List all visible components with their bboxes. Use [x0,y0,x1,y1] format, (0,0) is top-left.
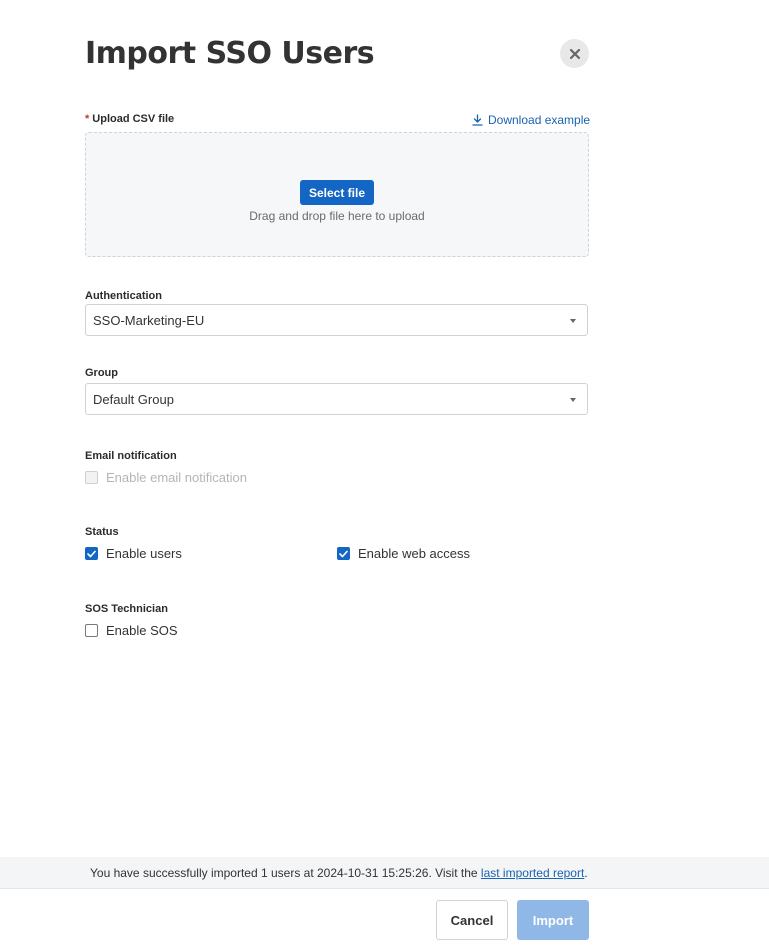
group-label: Group [85,367,118,379]
authentication-value: SSO-Marketing-EU [93,312,205,328]
download-example-label: Download example [488,113,591,127]
email-notification-label: Email notification [85,450,177,462]
close-button[interactable] [560,39,589,68]
checkbox-label: Enable email notification [106,470,247,485]
group-value: Default Group [93,391,174,407]
check-icon [87,550,96,557]
import-status-bar: You have successfully imported 1 users a… [0,857,769,889]
import-button[interactable]: Import [517,900,589,940]
enable-users-checkbox[interactable]: Enable users [85,546,182,561]
enable-web-access-checkbox[interactable]: Enable web access [337,546,470,561]
enable-sos-checkbox[interactable]: Enable SOS [85,623,178,638]
required-marker: * [85,113,90,125]
checkbox-box [85,547,98,560]
close-icon [569,48,580,59]
checkbox-label: Enable users [106,546,182,561]
chevron-down-icon [570,398,576,402]
checkbox-label: Enable SOS [106,623,178,638]
authentication-select[interactable]: SSO-Marketing-EU [85,304,588,336]
chevron-down-icon [570,319,576,323]
group-select[interactable]: Default Group [85,383,588,415]
select-file-button[interactable]: Select file [300,180,374,205]
upload-label: * Upload CSV file [85,113,174,125]
status-label: Status [85,526,119,538]
download-example-link[interactable]: Download example [472,113,590,127]
file-dropzone[interactable]: Select file Drag and drop file here to u… [85,132,589,257]
authentication-label: Authentication [85,290,162,302]
cancel-button[interactable]: Cancel [436,900,508,940]
checkbox-box [85,624,98,637]
download-icon [472,114,483,126]
checkbox-label: Enable web access [358,546,471,561]
check-icon [339,550,348,557]
import-status-message: You have successfully imported 1 users a… [90,865,478,880]
page-title: Import SSO Users [85,36,375,71]
import-status-suffix: . [584,865,588,880]
upload-label-text: Upload CSV file [92,113,175,125]
drop-hint: Drag and drop file here to upload [249,209,425,223]
last-imported-report-link[interactable]: last imported report [481,866,584,880]
sos-technician-label: SOS Technician [85,603,168,615]
checkbox-box [85,471,98,484]
checkbox-box [337,547,350,560]
enable-email-notification-checkbox[interactable]: Enable email notification [85,470,247,485]
